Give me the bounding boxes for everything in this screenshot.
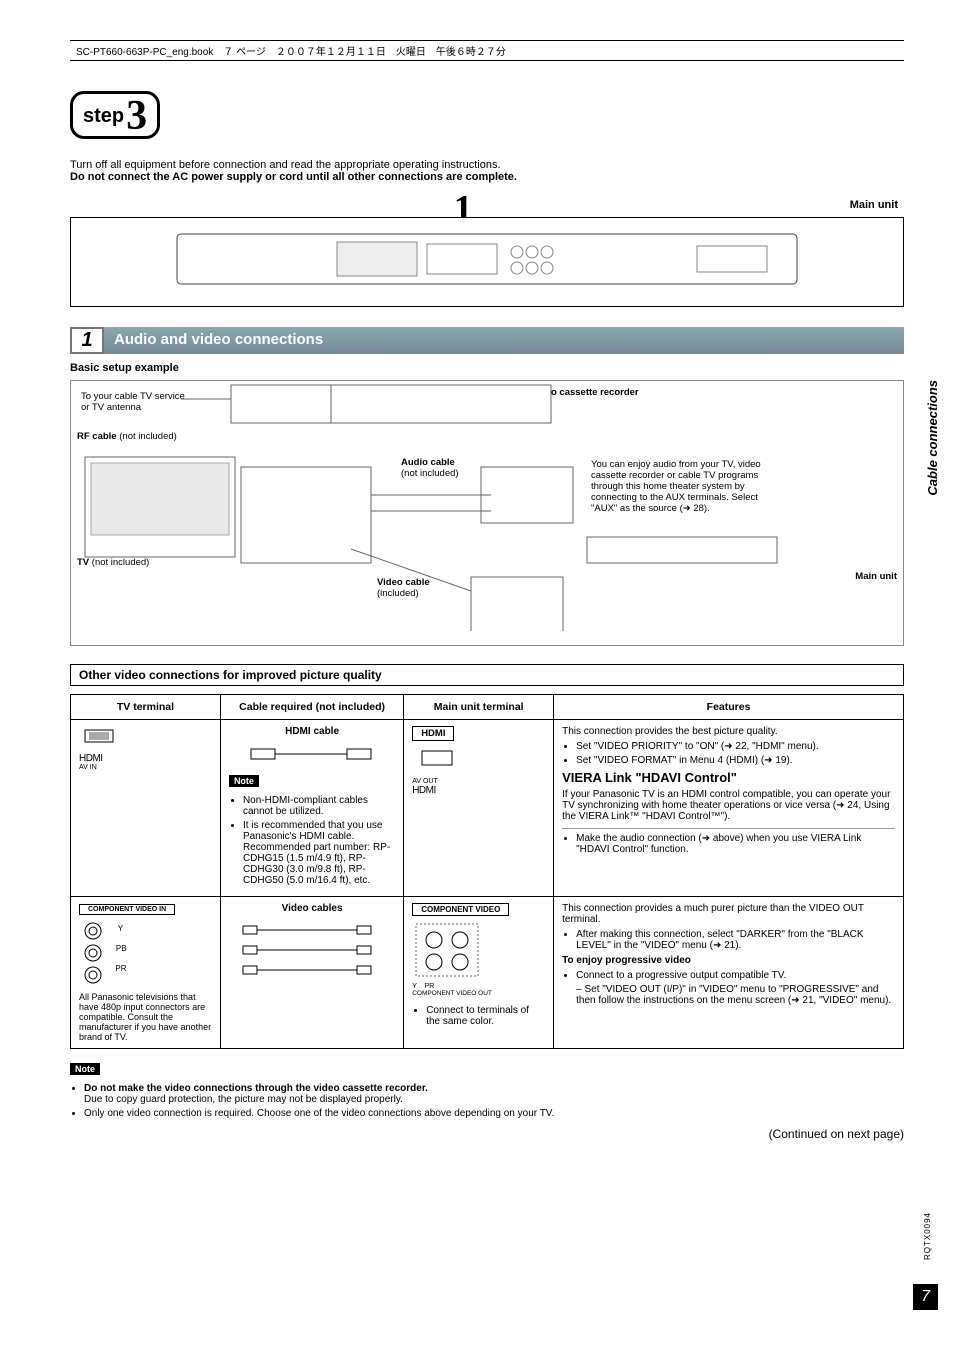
component-feat-b1: After making this connection, select "DA… xyxy=(576,929,895,951)
viera-bullet-after: Make the audio connection (➜ above) when… xyxy=(576,833,895,855)
comp-pr: PR xyxy=(115,964,126,973)
prog-b1: – Set "VIDEO OUT (I/P)" in "VIDEO" menu … xyxy=(576,984,895,1006)
hdmi-port-icon xyxy=(79,726,119,750)
section-1-number: 1 xyxy=(70,327,104,354)
out-y: Y xyxy=(412,983,417,990)
hdmi-bullet-0: Non-HDMI-compliant cables cannot be util… xyxy=(243,795,395,817)
th-tv-terminal: TV terminal xyxy=(71,694,221,719)
continued-text: (Continued on next page) xyxy=(70,1127,904,1141)
hdmi-feat-b1: Set "VIDEO FORMAT" in Menu 4 (HDMI) (➜ 1… xyxy=(576,755,895,766)
same-color-note: Connect to terminals of the same color. xyxy=(426,1005,545,1027)
progressive-head: To enjoy progressive video xyxy=(562,955,895,966)
diagram-svg xyxy=(71,381,903,631)
hdmi-cable-title: HDMI cable xyxy=(229,726,395,737)
hdmi-feature-intro: This connection provides the best pictur… xyxy=(562,726,895,737)
hdmi-cable-icon xyxy=(247,743,377,765)
component-in-icon xyxy=(79,919,115,985)
section-1-bar: 1 Audio and video connections xyxy=(70,327,904,354)
comp-y: Y xyxy=(118,924,123,933)
hdmi-out-icon xyxy=(412,745,462,775)
basic-setup-heading: Basic setup example xyxy=(70,362,904,374)
bottom-note-tag: Note xyxy=(70,1063,100,1075)
table-row-hdmi: HDMI AV IN HDMI cable Note Non-HDMI-comp… xyxy=(71,719,904,896)
header-filename: SC-PT660-663P-PC_eng.book ７ ページ ２００７年１２月… xyxy=(76,47,506,58)
bottom-line3: Only one video connection is required. C… xyxy=(84,1108,904,1119)
out-comp-label: COMPONENT VIDEO OUT xyxy=(412,990,545,997)
table-row-component: COMPONENT VIDEO IN Y PB PR All Panasonic… xyxy=(71,896,904,1048)
hdmi-bullet-1: It is recommended that you use Panasonic… xyxy=(243,820,395,886)
th-features: Features xyxy=(554,694,904,719)
component-in-box: COMPONENT VIDEO IN xyxy=(79,904,175,915)
component-tv-body: All Panasonic televisions that have 480p… xyxy=(79,992,212,1042)
hdmi-term-box: HDMI xyxy=(412,726,454,741)
video-connections-table: TV terminal Cable required (not included… xyxy=(70,694,904,1049)
step-number: 3 xyxy=(126,100,147,134)
intro-line1: Turn off all equipment before connection… xyxy=(70,159,904,171)
step-label: step xyxy=(83,105,124,128)
intro-text: Turn off all equipment before connection… xyxy=(70,159,904,183)
comp-pb: PB xyxy=(116,944,127,953)
bottom-bold-line: Do not make the video connections throug… xyxy=(84,1083,428,1094)
page-number: 7 xyxy=(913,1284,938,1310)
main-unit-label: Main unit xyxy=(850,199,898,211)
th-main-terminal: Main unit terminal xyxy=(404,694,554,719)
hdmi-note-tag: Note xyxy=(229,775,259,787)
component-out-box: COMPONENT VIDEO xyxy=(412,903,509,916)
th-cable-required: Cable required (not included) xyxy=(220,694,403,719)
intro-line2: Do not connect the AC power supply or co… xyxy=(70,171,904,183)
video-cables-icon xyxy=(237,920,387,980)
bottom-line2: Due to copy guard protection, the pictur… xyxy=(84,1094,403,1105)
doc-code: RQTX0094 xyxy=(923,1212,932,1260)
hdmi-text-tv: HDMI xyxy=(79,753,212,764)
basic-setup-diagram: To your cable TV service or TV antenna R… xyxy=(70,380,904,646)
step-badge: step 3 xyxy=(70,91,160,139)
viera-body: If your Panasonic TV is an HDMI control … xyxy=(562,789,895,822)
component-out-icon xyxy=(412,920,482,980)
other-video-heading: Other video connections for improved pic… xyxy=(70,664,904,686)
component-feature-intro: This connection provides a much purer pi… xyxy=(562,903,895,925)
out-pr: PR xyxy=(425,983,435,990)
section-1-title: Audio and video connections xyxy=(104,327,904,354)
av-out-label: AV OUT xyxy=(412,778,545,785)
main-unit-illustration xyxy=(70,217,904,307)
viera-head: VIERA Link "HDAVI Control" xyxy=(562,770,895,785)
hdmi-out-text: HDMI xyxy=(412,785,545,796)
hdmi-feat-b0: Set "VIDEO PRIORITY" to "ON" (➜ 22, "HDM… xyxy=(576,741,895,752)
video-cables-title: Video cables xyxy=(229,903,395,914)
print-header: SC-PT660-663P-PC_eng.book ７ ページ ２００７年１２月… xyxy=(70,40,904,61)
side-tab: Cable connections xyxy=(925,380,940,496)
av-in-label: AV IN xyxy=(79,764,212,771)
prog-b0: Connect to a progressive output compatib… xyxy=(576,970,895,981)
bottom-notes: Note Do not make the video connections t… xyxy=(70,1059,904,1119)
